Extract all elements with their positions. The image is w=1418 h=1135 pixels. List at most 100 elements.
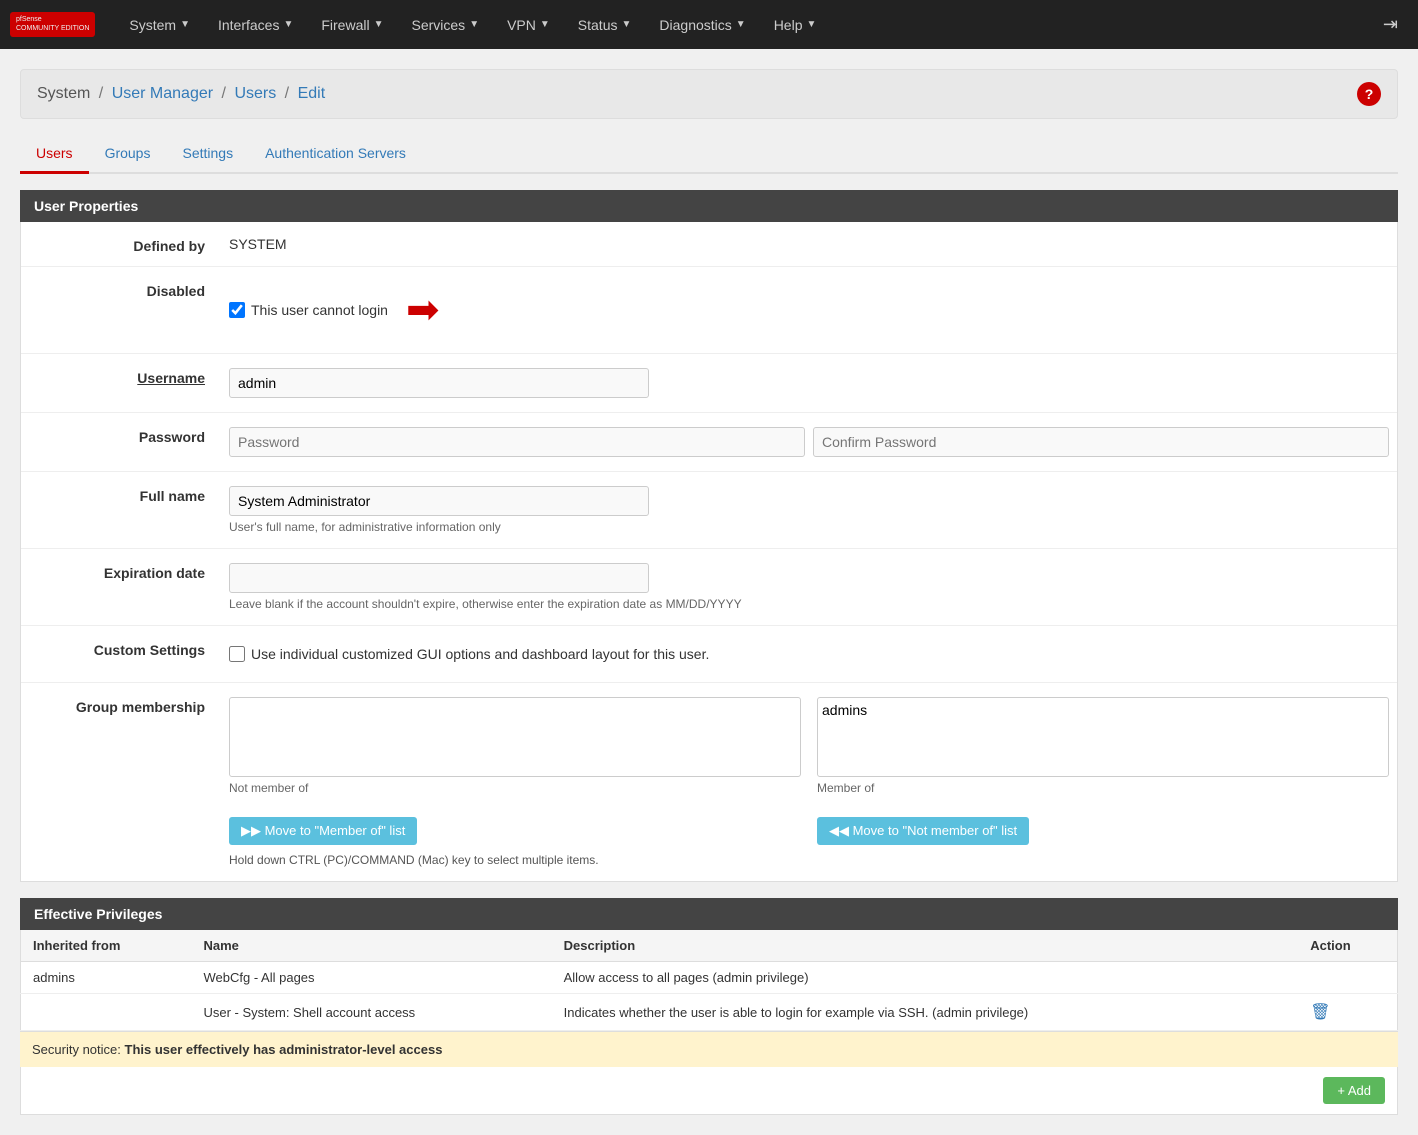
nav-help-caret: ▼ (806, 19, 816, 30)
defined-by-row: Defined by SYSTEM (21, 222, 1397, 267)
col-name: Name (191, 930, 551, 962)
disabled-arrow-indicator: ⬅ (406, 287, 440, 333)
nav-vpn[interactable]: VPN ▼ (493, 0, 564, 49)
nav-system[interactable]: System ▼ (115, 0, 204, 49)
add-privilege-button[interactable]: + Add (1323, 1077, 1385, 1104)
group-lists: Not member of ▶▶ Move to "Member of" lis… (229, 697, 1389, 845)
custom-settings-label: Custom Settings (21, 636, 221, 672)
defined-by-label: Defined by (21, 232, 221, 256)
nav-interfaces-caret: ▼ (283, 19, 293, 30)
col-action: Action (1298, 930, 1397, 962)
expiration-input[interactable] (229, 563, 649, 593)
brand-name: pfSense (16, 16, 89, 24)
member-label: Member of (817, 781, 1389, 795)
not-member-select[interactable] (229, 697, 801, 777)
fullname-value: User's full name, for administrative inf… (221, 482, 1397, 538)
effective-privileges-header: Effective Privileges (20, 898, 1398, 930)
username-row: Username (21, 354, 1397, 413)
security-notice: Security notice: This user effectively h… (20, 1031, 1398, 1067)
tab-users[interactable]: Users (20, 135, 89, 174)
custom-settings-value: Use individual customized GUI options an… (221, 636, 1397, 672)
username-label: Username (21, 364, 221, 402)
col-description: Description (552, 930, 1299, 962)
defined-by-value: SYSTEM (221, 232, 1397, 256)
fullname-hint: User's full name, for administrative inf… (229, 520, 1389, 534)
add-button-area: + Add (20, 1067, 1398, 1115)
privileges-table: Inherited from Name Description Action a… (20, 930, 1398, 1031)
not-member-label: Not member of (229, 781, 801, 795)
nav-help[interactable]: Help ▼ (760, 0, 831, 49)
main-content: System / User Manager / Users / Edit ? U… (0, 49, 1418, 1135)
password-row: Password (21, 413, 1397, 472)
tab-groups[interactable]: Groups (89, 135, 167, 174)
custom-settings-checkbox-row: Use individual customized GUI options an… (229, 640, 1389, 668)
help-button[interactable]: ? (1357, 82, 1381, 106)
priv-row-2-desc: Indicates whether the user is able to lo… (552, 994, 1299, 1031)
nav-services-caret: ▼ (469, 19, 479, 30)
fullname-label: Full name (21, 482, 221, 538)
confirm-password-input[interactable] (813, 427, 1389, 457)
group-hint: Hold down CTRL (PC)/COMMAND (Mac) key to… (229, 853, 1389, 867)
custom-settings-checkbox-label: Use individual customized GUI options an… (251, 646, 709, 662)
group-membership-row: Group membership Not member of ▶▶ Move t… (21, 683, 1397, 881)
password-inputs (229, 427, 1389, 457)
top-navbar: pfSense COMMUNITY EDITION System ▼ Inter… (0, 0, 1418, 49)
expiration-label: Expiration date (21, 559, 221, 615)
logout-icon[interactable]: ⇥ (1373, 14, 1408, 35)
breadcrumb-system: System (37, 85, 90, 102)
priv-row-2-name: User - System: Shell account access (191, 994, 551, 1031)
nav-services[interactable]: Services ▼ (398, 0, 494, 49)
password-value (221, 423, 1397, 461)
priv-row-2-inherited (21, 994, 192, 1031)
nav-vpn-caret: ▼ (540, 19, 550, 30)
privileges-header-row: Inherited from Name Description Action (21, 930, 1398, 962)
password-input[interactable] (229, 427, 805, 457)
fullname-input[interactable] (229, 486, 649, 516)
nav-diagnostics[interactable]: Diagnostics ▼ (645, 0, 759, 49)
custom-settings-row: Custom Settings Use individual customize… (21, 626, 1397, 683)
fullname-row: Full name User's full name, for administ… (21, 472, 1397, 549)
col-inherited-from: Inherited from (21, 930, 192, 962)
disabled-label: Disabled (21, 277, 221, 343)
user-properties-header: User Properties (20, 190, 1398, 222)
member-section: admins Member of ◀◀ Move to "Not member … (817, 697, 1389, 845)
nav-interfaces[interactable]: Interfaces ▼ (204, 0, 307, 49)
username-input[interactable] (229, 368, 649, 398)
disabled-row: Disabled This user cannot login ⬅ (21, 267, 1397, 354)
breadcrumb-users[interactable]: Users (234, 85, 276, 102)
tab-settings[interactable]: Settings (166, 135, 249, 174)
brand-logo[interactable]: pfSense COMMUNITY EDITION (10, 12, 95, 37)
move-to-not-member-button[interactable]: ◀◀ Move to "Not member of" list (817, 817, 1029, 845)
group-membership-label: Group membership (21, 693, 221, 871)
nav-firewall[interactable]: Firewall ▼ (307, 0, 397, 49)
priv-row-2-action: 🗑 (1298, 994, 1397, 1031)
disabled-checkbox[interactable] (229, 302, 245, 318)
breadcrumb-user-manager[interactable]: User Manager (112, 85, 213, 102)
tabs: Users Groups Settings Authentication Ser… (20, 135, 1398, 174)
nav-status[interactable]: Status ▼ (564, 0, 646, 49)
custom-settings-checkbox[interactable] (229, 646, 245, 662)
move-to-member-button[interactable]: ▶▶ Move to "Member of" list (229, 817, 417, 845)
nav-system-caret: ▼ (180, 19, 190, 30)
not-member-section: Not member of ▶▶ Move to "Member of" lis… (229, 697, 801, 845)
tab-auth-servers[interactable]: Authentication Servers (249, 135, 422, 174)
disabled-value: This user cannot login ⬅ (221, 277, 1397, 343)
disabled-checkbox-label: This user cannot login (251, 302, 388, 318)
breadcrumb: System / User Manager / Users / Edit (37, 85, 325, 103)
member-select[interactable]: admins (817, 697, 1389, 777)
group-membership-value: Not member of ▶▶ Move to "Member of" lis… (221, 693, 1397, 871)
nav-diagnostics-caret: ▼ (736, 19, 746, 30)
priv-row-2: User - System: Shell account access Indi… (21, 994, 1398, 1031)
expiration-row: Expiration date Leave blank if the accou… (21, 549, 1397, 626)
expiration-value: Leave blank if the account shouldn't exp… (221, 559, 1397, 615)
breadcrumb-bar: System / User Manager / Users / Edit ? (20, 69, 1398, 119)
delete-priv-icon[interactable]: 🗑 (1310, 1004, 1330, 1021)
member-option-admins[interactable]: admins (822, 702, 1384, 719)
breadcrumb-edit[interactable]: Edit (298, 85, 326, 102)
nav-firewall-caret: ▼ (374, 19, 384, 30)
username-value (221, 364, 1397, 402)
nav-status-caret: ▼ (622, 19, 632, 30)
user-properties-form: Defined by SYSTEM Disabled This user can… (20, 222, 1398, 882)
expiration-hint: Leave blank if the account shouldn't exp… (229, 597, 1389, 611)
pfsense-logo: pfSense COMMUNITY EDITION (10, 12, 95, 37)
